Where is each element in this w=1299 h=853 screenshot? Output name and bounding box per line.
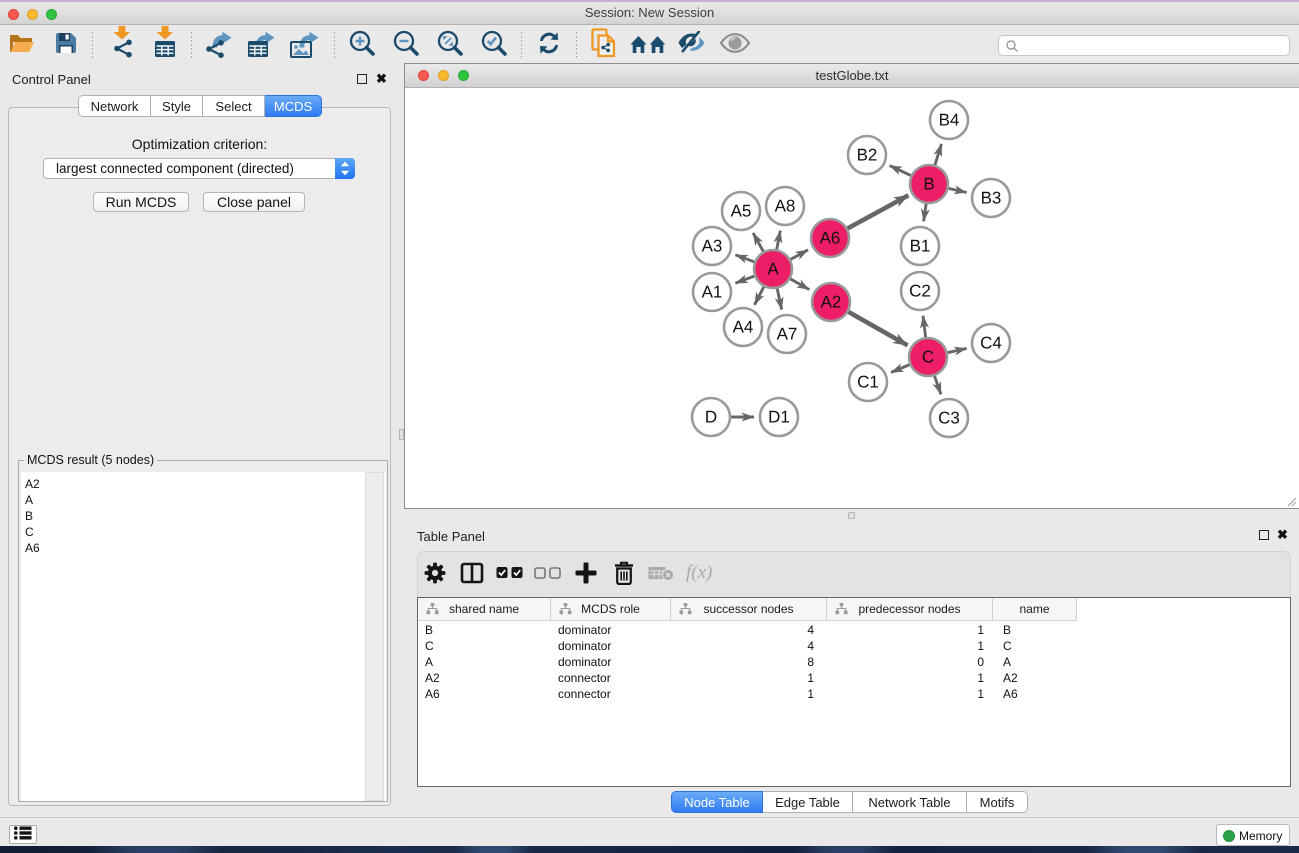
svg-text:C: C xyxy=(922,348,934,367)
svg-text:B2: B2 xyxy=(857,146,878,165)
svg-text:A5: A5 xyxy=(731,202,752,221)
svg-text:A7: A7 xyxy=(777,325,798,344)
svg-text:C4: C4 xyxy=(980,334,1002,353)
svg-text:C3: C3 xyxy=(938,409,960,428)
svg-text:C2: C2 xyxy=(909,282,931,301)
svg-text:A2: A2 xyxy=(821,293,842,312)
svg-text:B3: B3 xyxy=(981,189,1002,208)
svg-text:A3: A3 xyxy=(702,237,723,256)
svg-text:A4: A4 xyxy=(733,318,754,337)
svg-text:D1: D1 xyxy=(768,408,790,427)
svg-text:A8: A8 xyxy=(775,197,796,216)
svg-text:D: D xyxy=(705,408,717,427)
svg-text:A: A xyxy=(767,260,779,279)
svg-text:B4: B4 xyxy=(939,111,960,130)
svg-text:C1: C1 xyxy=(857,373,879,392)
svg-text:A6: A6 xyxy=(820,229,841,248)
svg-text:B1: B1 xyxy=(910,237,931,256)
svg-text:B: B xyxy=(923,175,934,194)
svg-text:A1: A1 xyxy=(702,283,723,302)
